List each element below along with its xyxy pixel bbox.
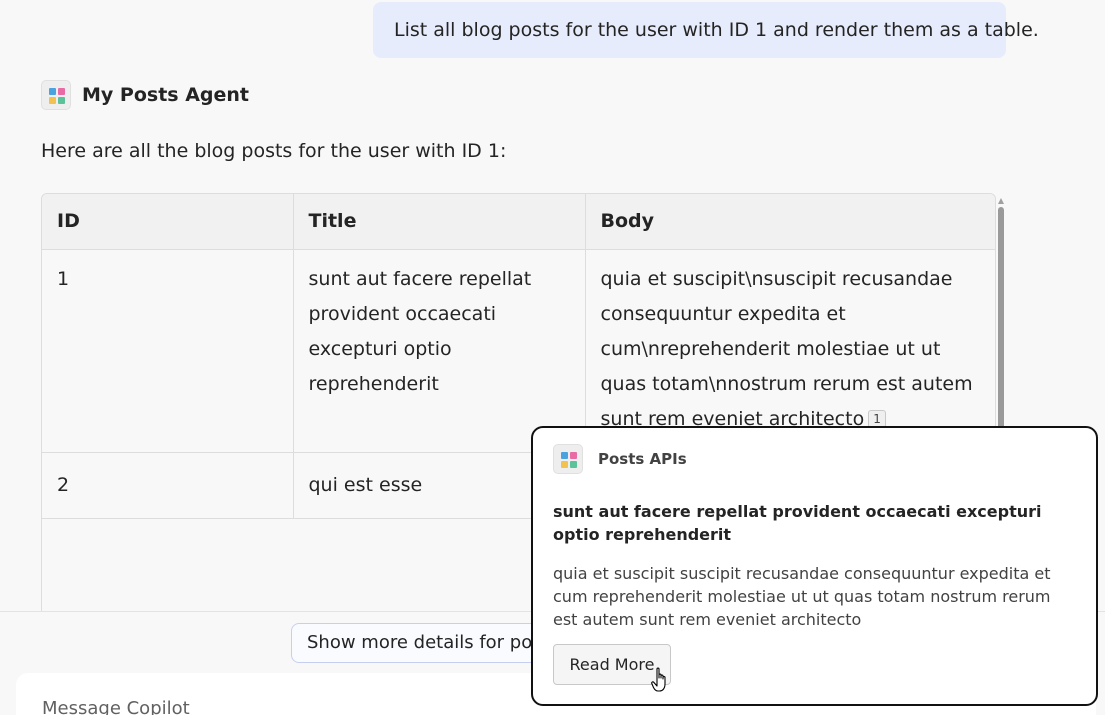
agent-name: My Posts Agent xyxy=(82,84,250,106)
citation-card-header: Posts APIs xyxy=(553,444,687,474)
column-header-title: Title xyxy=(293,194,586,250)
cell-body-text: quia et suscipit\nsuscipit recusandae co… xyxy=(600,267,973,430)
citation-source-name: Posts APIs xyxy=(598,450,687,468)
cell-body: quia et suscipit\nsuscipit recusandae co… xyxy=(585,249,995,453)
user-message-bubble: List all blog posts for the user with ID… xyxy=(373,2,1039,58)
citation-title: sunt aut facere repellat provident occae… xyxy=(553,502,1042,544)
hand-cursor-icon xyxy=(651,667,666,692)
citation-card: Posts APIs sunt aut facere repellat prov… xyxy=(531,426,1098,706)
cell-title: sunt aut facere repellat provident occae… xyxy=(293,249,586,453)
apps-grid-icon xyxy=(553,444,583,474)
citation-body: quia et suscipit suscipit recusandae con… xyxy=(553,564,1051,629)
cell-id: 2 xyxy=(42,452,294,519)
message-input-placeholder[interactable]: Message Copilot xyxy=(42,698,190,715)
agent-header: My Posts Agent xyxy=(41,80,249,110)
agent-intro-text: Here are all the blog posts for the user… xyxy=(41,140,507,162)
table-row: 1 sunt aut facere repellat provident occ… xyxy=(42,249,995,453)
scroll-up-arrow-icon[interactable] xyxy=(998,198,1004,204)
apps-grid-icon xyxy=(41,80,71,110)
column-header-body: Body xyxy=(585,194,995,250)
table-header-row: ID Title Body xyxy=(42,194,995,250)
column-header-id: ID xyxy=(42,194,294,250)
cell-id: 1 xyxy=(42,249,294,453)
